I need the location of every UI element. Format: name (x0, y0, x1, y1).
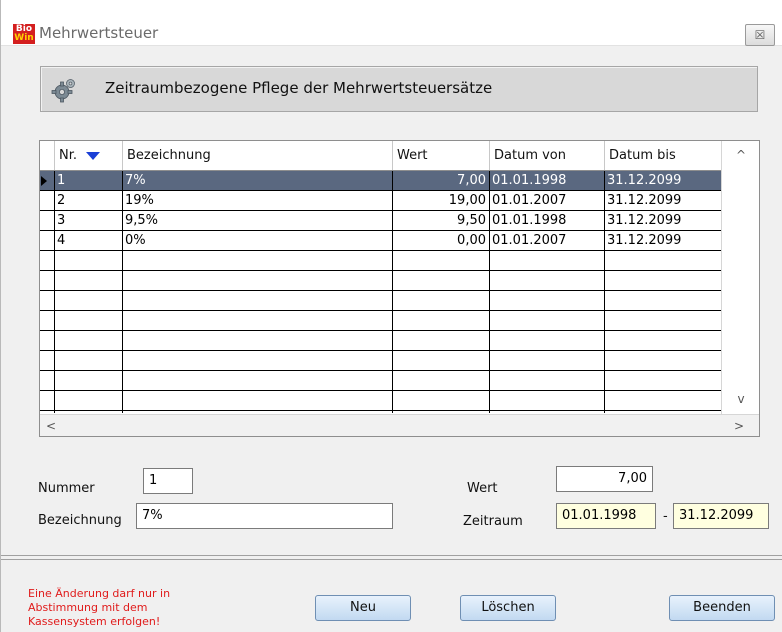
row-indicator-icon (41, 176, 47, 186)
table-row[interactable]: 2 19% 19,00 01.01.2007 31.12.2099 (40, 191, 759, 211)
table-cell: 9,5% (125, 213, 159, 228)
scroll-left-icon[interactable]: < (40, 416, 62, 436)
empty-table-row (40, 371, 759, 391)
table-cell: 01.01.2007 (492, 193, 567, 208)
column-divider (489, 171, 490, 413)
column-header-datum-bis[interactable]: Datum bis (604, 141, 721, 170)
scroll-down-icon[interactable]: v (722, 389, 760, 409)
empty-table-row (40, 251, 759, 271)
scroll-right-icon[interactable]: > (728, 416, 750, 436)
vat-table[interactable]: Nr. Bezeichnung Wert Datum von Datum bis… (39, 140, 760, 437)
app-icon: Bio Win (13, 24, 35, 44)
neu-button[interactable]: Neu (315, 595, 411, 621)
empty-table-row (40, 271, 759, 291)
table-cell: 3 (57, 213, 66, 228)
header-title: Zeitraumbezogene Pflege der Mehrwertsteu… (105, 79, 493, 97)
table-cell: 0% (125, 233, 146, 248)
table-cell: 19% (125, 193, 154, 208)
empty-table-row (40, 351, 759, 371)
beenden-button[interactable]: Beenden (669, 595, 775, 621)
table-cell: 31.12.2099 (607, 233, 682, 248)
bezeichnung-field[interactable]: 7% (136, 503, 393, 529)
table-cell: 01.01.1998 (492, 213, 567, 228)
datum-bis-field[interactable]: 31.12.2099 (673, 503, 769, 529)
table-row[interactable]: 1 7% 7,00 01.01.1998 31.12.2099 (40, 171, 759, 191)
zeitraum-label: Zeitraum (463, 514, 523, 529)
column-divider (54, 171, 55, 413)
table-cell: 4 (57, 233, 66, 248)
close-icon: ☒ (754, 28, 766, 42)
column-divider (122, 171, 123, 413)
datum-von-field[interactable]: 01.01.1998 (556, 503, 656, 529)
table-cell: 7% (125, 173, 146, 188)
table-cell: 9,50 (457, 213, 486, 228)
table-cell: 0,00 (457, 233, 486, 248)
zeitraum-separator: - (663, 509, 668, 524)
sort-descending-icon (86, 151, 101, 160)
divider (1, 559, 782, 560)
empty-table-row (40, 291, 759, 311)
table-cell: 2 (57, 193, 66, 208)
table-cell: 31.12.2099 (607, 213, 682, 228)
horizontal-scrollbar[interactable]: < > (40, 414, 759, 436)
gear-icon (51, 79, 75, 103)
nummer-field[interactable]: 1 (143, 468, 193, 494)
scroll-up-icon[interactable]: ^ (722, 145, 760, 165)
vertical-scrollbar[interactable]: ^ v (721, 141, 759, 414)
table-row[interactable]: 3 9,5% 9,50 01.01.1998 31.12.2099 (40, 211, 759, 231)
table-row[interactable]: 4 0% 0,00 01.01.2007 31.12.2099 (40, 231, 759, 251)
column-header-nr[interactable]: Nr. (54, 141, 122, 170)
wert-field[interactable]: 7,00 (556, 466, 653, 492)
column-header-datum-von[interactable]: Datum von (489, 141, 604, 170)
table-cell: 7,00 (457, 173, 486, 188)
table-cell: 31.12.2099 (607, 173, 682, 188)
window-title: Mehrwertsteuer (39, 24, 159, 42)
table-header: Nr. Bezeichnung Wert Datum von Datum bis (40, 141, 759, 171)
warning-text: Eine Änderung darf nur in Abstimmung mit… (28, 587, 171, 628)
divider (1, 555, 782, 556)
loeschen-button[interactable]: Löschen (460, 595, 556, 621)
empty-table-row (40, 311, 759, 331)
column-divider (604, 171, 605, 413)
table-cell: 1 (57, 173, 66, 188)
app-icon-text: Win (14, 33, 34, 43)
table-cell: 31.12.2099 (607, 193, 682, 208)
nummer-label: Nummer (38, 481, 95, 496)
column-header-bezeichnung[interactable]: Bezeichnung (122, 141, 392, 170)
bezeichnung-label: Bezeichnung (38, 513, 122, 528)
close-button[interactable]: ☒ (745, 24, 775, 46)
table-cell: 01.01.2007 (492, 233, 567, 248)
empty-table-row (40, 331, 759, 351)
header-panel: Zeitraumbezogene Pflege der Mehrwertsteu… (40, 66, 758, 112)
column-header-label: Nr. (59, 148, 78, 163)
wert-label: Wert (467, 481, 498, 496)
vat-window: Bio Win Mehrwertsteuer ☒ Zeitraumbezogen… (0, 0, 782, 632)
table-cell: 01.01.1998 (492, 173, 567, 188)
title-bar: Bio Win Mehrwertsteuer ☒ (1, 0, 782, 46)
column-divider (392, 171, 393, 413)
empty-table-row (40, 391, 759, 411)
column-header-wert[interactable]: Wert (392, 141, 489, 170)
table-cell: 19,00 (448, 193, 486, 208)
